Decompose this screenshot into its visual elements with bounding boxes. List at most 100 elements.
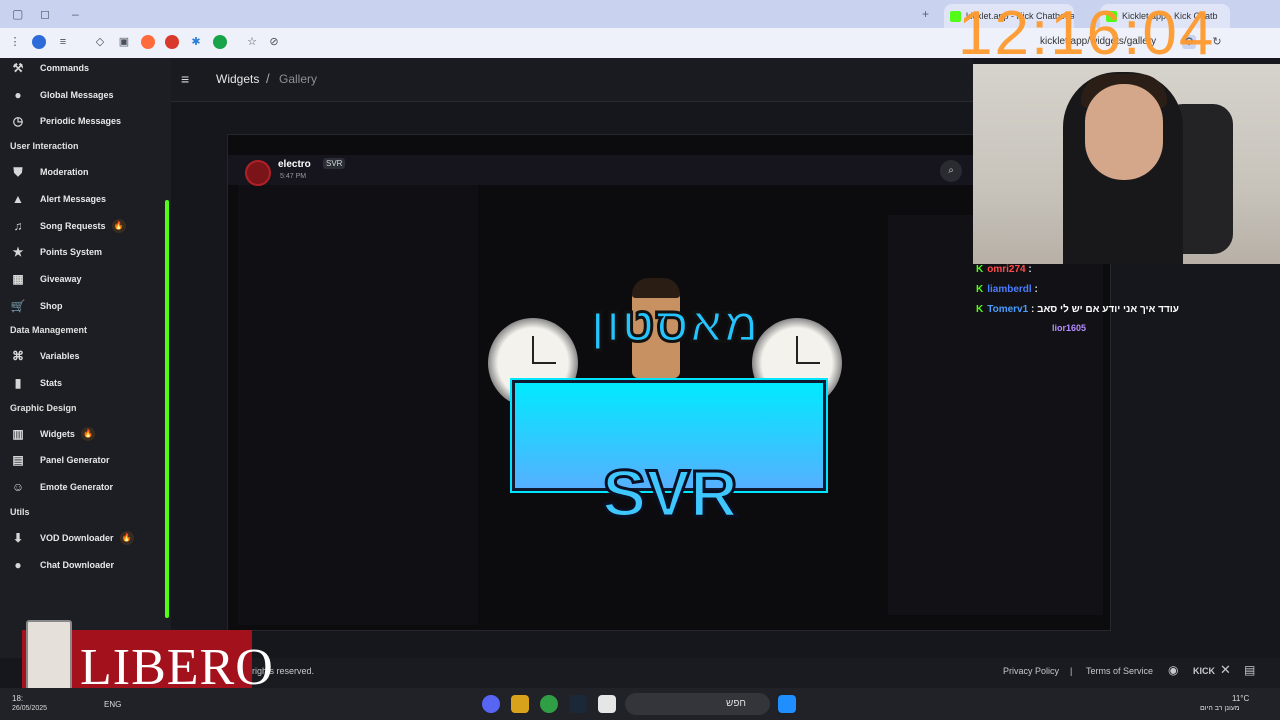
sidebar-item-moderation[interactable]: ⛊ Moderation	[11, 163, 88, 181]
sidebar-item-label: Variables	[40, 351, 80, 362]
dim-channel-list	[238, 185, 478, 625]
sidebar-section-title: Graphic Design	[10, 402, 77, 413]
dim-profile-panel	[888, 215, 1103, 615]
taskbar-time: 18:	[12, 694, 24, 703]
sidebar-item-periodic-messages[interactable]: ◷ Periodic Messages	[11, 112, 121, 130]
extension-orange-icon[interactable]	[141, 35, 155, 49]
x-icon[interactable]: ✕	[1220, 662, 1231, 678]
message-time: 5:47 PM	[280, 173, 307, 180]
cast-icon[interactable]: ⊘	[267, 35, 281, 49]
sidebar-item-label: Alert Messages	[40, 193, 107, 204]
avatar	[245, 160, 271, 186]
weather-desc: מעונן רב היום	[1200, 705, 1240, 712]
banner-text: SVR	[601, 455, 740, 532]
sidebar-item-label: Emote Generator	[40, 482, 114, 493]
fire-icon: 🔥	[111, 218, 126, 233]
sidebar-item-emote-generator[interactable]: ☺ Emote Generator	[11, 478, 113, 496]
taskbar-date: 26/05/2025	[12, 705, 48, 712]
sidebar-item-chat-downloader[interactable]: ● Chat Downloader	[11, 556, 114, 574]
sidebar-item-song-requests[interactable]: ♫ Song Requests 🔥	[11, 217, 126, 235]
breadcrumb-gallery: Gallery	[279, 72, 318, 86]
search-label: חפש	[726, 698, 746, 709]
sidebar-section-title: Utils	[10, 506, 30, 517]
message-username: electro	[278, 159, 311, 170]
kick-link[interactable]: KICK	[1193, 666, 1215, 676]
sidebar-item-label: Global Messages	[40, 89, 114, 100]
download-icon: ⬇	[12, 530, 24, 545]
window-icon[interactable]: ▣	[117, 35, 131, 49]
new-tab-icon[interactable]: +	[922, 7, 929, 21]
art-title: מאסטון	[589, 298, 760, 354]
reading-list-icon[interactable]: ≡	[56, 35, 70, 49]
star-icon: ★	[12, 245, 24, 260]
sidebar-item-stats[interactable]: ▮ Stats	[11, 374, 62, 392]
bookmark-star-icon[interactable]: ☆	[245, 35, 259, 49]
chat-bubble-icon: ●	[14, 557, 22, 572]
warning-icon: ▲	[12, 191, 24, 206]
minimize-icon[interactable]: –	[72, 7, 79, 21]
taskbar-lang[interactable]: ENG	[104, 700, 121, 709]
sidebar-section-title: User Interaction	[10, 141, 79, 152]
breadcrumb-separator: /	[266, 71, 270, 86]
weather-temp: 11°C	[1232, 694, 1250, 703]
kick-icon: K	[976, 284, 984, 295]
wrench-icon: ⚒	[12, 61, 24, 75]
smile-icon: ☺	[11, 480, 25, 495]
extension-icon[interactable]: ◇	[93, 35, 107, 49]
clock-icon: ◷	[12, 114, 24, 129]
collapse-menu-icon[interactable]: ≡	[181, 71, 189, 87]
sidebar-item-giveaway[interactable]: ▦ Giveaway	[11, 270, 82, 288]
chrome-icon[interactable]	[540, 695, 558, 713]
chat-line: K Tomerv1 : עודד איך אני יודע אם יש לי סא…	[976, 304, 1179, 315]
breadcrumb-widgets[interactable]: Widgets	[216, 72, 259, 86]
shield-icon: ⛊	[13, 164, 23, 179]
app-yellow-icon[interactable]	[511, 695, 529, 713]
zoom-icon[interactable]: ⌕	[940, 160, 962, 182]
sidebar-item-label: VOD Downloader	[40, 532, 114, 543]
chat-text: עודד איך אני יודע אם יש לי סאב	[1037, 304, 1179, 315]
sidebar-item-alert-messages[interactable]: ▲ Alert Messages	[11, 190, 106, 208]
file-explorer-icon[interactable]	[598, 695, 616, 713]
sidebar-item-commands[interactable]: ⚒ Commands	[11, 59, 89, 77]
steam-icon[interactable]	[569, 695, 587, 713]
sidebar-item-widgets[interactable]: ▥ Widgets 🔥	[11, 425, 95, 443]
fire-icon: 🔥	[80, 426, 95, 441]
document-icon[interactable]: ▤	[1244, 663, 1255, 677]
sidebar-item-global-messages[interactable]: ● Global Messages	[11, 86, 114, 104]
sidebar-scrollbar[interactable]	[165, 200, 169, 618]
sidebar-item-label: Song Requests	[40, 220, 106, 231]
sidebar-section-title: Data Management	[10, 325, 88, 336]
fire-icon: 🔥	[119, 530, 134, 545]
sidebar-item-variables[interactable]: ⌘ Variables	[11, 347, 80, 365]
page-header: ≡ Widgets / Gallery	[171, 58, 973, 102]
extension-green-icon[interactable]	[213, 35, 227, 49]
chat-line: lior1605	[1014, 323, 1086, 333]
taskbar-search[interactable]: חפש	[625, 693, 770, 715]
discord-icon[interactable]: ◉	[1168, 663, 1178, 677]
sidebar-item-panel-generator[interactable]: ▤ Panel Generator	[11, 451, 109, 469]
cart-icon: 🛒	[10, 298, 26, 313]
more-icon[interactable]: ⋮	[8, 35, 22, 49]
menu-icon[interactable]: ▢	[12, 7, 23, 21]
sidebar-item-label: Shop	[40, 300, 63, 311]
sidebar-item-label: Giveaway	[40, 273, 82, 284]
chat-user: omri274	[987, 264, 1026, 275]
privacy-link[interactable]: Privacy Policy	[1003, 666, 1059, 676]
extension-blue-icon[interactable]: ✱	[189, 35, 203, 49]
overlay-clock: 12:16:04	[958, 0, 1216, 68]
windows-start-icon[interactable]	[778, 695, 796, 713]
sidebar-item-vod-downloader[interactable]: ⬇ VOD Downloader 🔥	[11, 529, 134, 547]
sidebar-item-label: Widgets	[40, 428, 75, 439]
sidebar-item-shop[interactable]: 🛒 Shop	[11, 297, 63, 315]
sidebar-item-label: Stats	[40, 378, 63, 388]
profile-icon[interactable]	[32, 35, 46, 49]
perfume-bottle-icon	[26, 620, 72, 698]
chat-line: Komri274 :	[976, 264, 1032, 275]
chat-user: liamberdl	[987, 284, 1032, 295]
discord-app-icon[interactable]	[482, 695, 500, 713]
restore-icon[interactable]: ◻	[40, 7, 50, 21]
kick-icon: K	[976, 304, 984, 315]
terms-link[interactable]: Terms of Service	[1086, 666, 1153, 676]
sidebar-item-points-system[interactable]: ★ Points System	[11, 243, 102, 261]
extension-red-icon[interactable]	[165, 35, 179, 49]
